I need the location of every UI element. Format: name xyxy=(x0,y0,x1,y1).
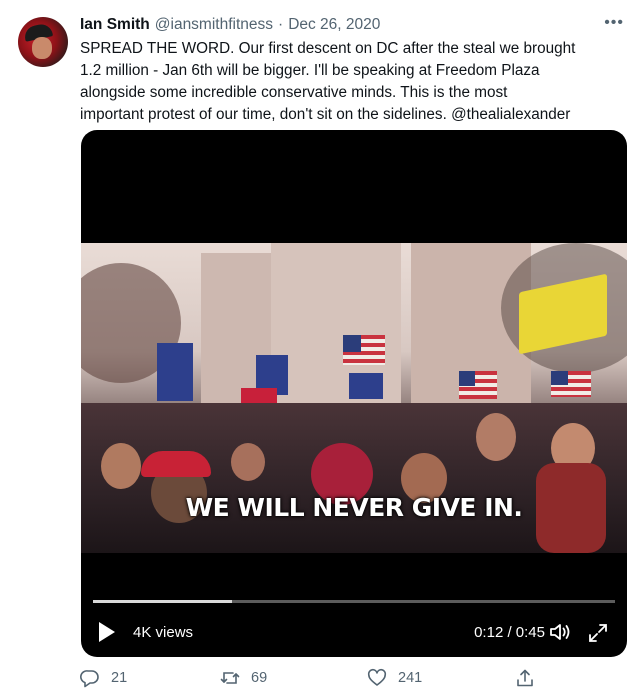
video-time: 0:12 / 0:45 xyxy=(474,624,545,641)
crowd xyxy=(81,403,627,553)
share-icon xyxy=(517,669,533,687)
fullscreen-icon[interactable] xyxy=(587,622,609,644)
reply-icon xyxy=(80,670,99,688)
play-icon[interactable] xyxy=(99,622,115,642)
tweet-text: SPREAD THE WORD. Our first descent on DC… xyxy=(80,38,630,126)
tweet-text-line: SPREAD THE WORD. Our first descent on DC… xyxy=(80,40,576,57)
reply-count: 21 xyxy=(111,670,128,686)
like-count: 241 xyxy=(398,670,423,686)
progress-bar[interactable] xyxy=(93,600,615,603)
retweet-icon xyxy=(220,672,240,684)
volume-icon[interactable] xyxy=(549,622,573,642)
progress-fill xyxy=(93,600,233,603)
video-caption: WE WILL NEVER GIVE IN. xyxy=(185,493,523,522)
author-handle[interactable]: @iansmithfitness xyxy=(155,16,273,34)
tweet-actions: 21 69 241 xyxy=(80,668,550,692)
tweet-text-line: alongside some incredible conservative m… xyxy=(80,84,508,101)
like-button[interactable]: 241 xyxy=(367,668,422,688)
share-button[interactable] xyxy=(515,668,546,688)
retweet-count: 69 xyxy=(251,670,268,686)
tweet[interactable]: Ian Smith @iansmithfitness · Dec 26, 202… xyxy=(0,0,644,699)
reply-button[interactable]: 21 xyxy=(80,668,127,688)
view-count: 4K views xyxy=(133,624,194,641)
tweet-text-line: 1.2 million - Jan 6th will be bigger. I'… xyxy=(80,62,540,79)
heart-icon xyxy=(367,668,387,686)
video-controls: 4K views 0:12 / 0:45 xyxy=(81,618,627,646)
tweet-text-line: important protest of our time, don't sit… xyxy=(80,106,571,123)
video-player[interactable]: WE WILL NEVER GIVE IN. 4K views 0:12 / 0… xyxy=(81,130,627,657)
avatar[interactable] xyxy=(18,17,68,67)
video-frame: WE WILL NEVER GIVE IN. xyxy=(81,243,627,553)
author-name[interactable]: Ian Smith xyxy=(80,16,150,34)
avatar-face xyxy=(32,37,52,59)
more-icon[interactable]: ••• xyxy=(604,14,624,32)
tweet-header: Ian Smith @iansmithfitness · Dec 26, 202… xyxy=(80,14,624,38)
tweet-date[interactable]: Dec 26, 2020 xyxy=(288,16,380,34)
header-separator: · xyxy=(278,16,284,33)
retweet-button[interactable]: 69 xyxy=(220,668,267,688)
